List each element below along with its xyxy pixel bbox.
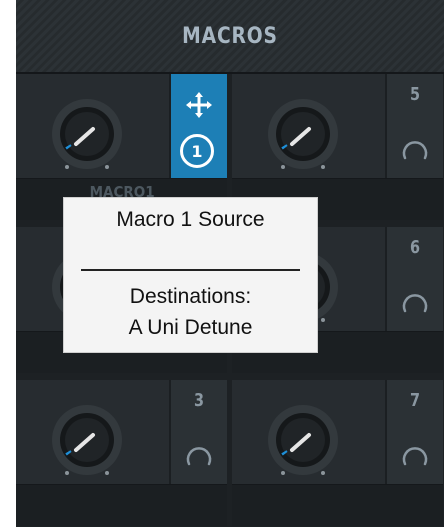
macro-number-6: 6 xyxy=(409,237,421,258)
macro-3-source-panel[interactable]: 3 xyxy=(169,380,227,484)
macro-number-7: 7 xyxy=(409,390,421,411)
macro-name-field-7[interactable] xyxy=(232,484,443,526)
macro-name-field-3[interactable] xyxy=(16,484,227,526)
macro-knob-7[interactable] xyxy=(265,402,341,478)
macro-number-5: 5 xyxy=(409,84,421,105)
macro-slot-3-area: 3 xyxy=(16,380,227,484)
tooltip-title: Macro 1 Source xyxy=(116,208,265,231)
macro-slot-5-area: 5 xyxy=(232,74,443,178)
macro-slot-7-area: 7 xyxy=(232,380,443,484)
modulation-arc-icon[interactable] xyxy=(400,132,430,162)
move-arrows-icon[interactable] xyxy=(184,90,214,120)
macro-source-tooltip: Macro 1 Source Destinations: A Uni Detun… xyxy=(63,197,318,353)
macro-slot-3: 3 xyxy=(16,380,227,526)
modulation-arc-icon[interactable] xyxy=(184,438,214,468)
macro-slot-7: 7 xyxy=(232,380,443,526)
tooltip-destinations-label: Destinations: xyxy=(129,285,252,308)
modulation-arc-icon[interactable] xyxy=(400,285,430,315)
tooltip-destination: A Uni Detune xyxy=(128,316,253,339)
macro-7-source-panel[interactable]: 7 xyxy=(385,380,443,484)
macro-1-source-panel[interactable]: 1 xyxy=(169,74,227,178)
macro-6-source-panel[interactable]: 6 xyxy=(385,227,443,331)
macro-slot-1-area: 1 xyxy=(16,74,227,178)
macro-source-badge[interactable]: 1 xyxy=(180,134,214,168)
macros-header: MACROS xyxy=(16,0,444,74)
modulation-arc-icon[interactable] xyxy=(400,438,430,468)
macro-5-source-panel[interactable]: 5 xyxy=(385,74,443,178)
macros-title: MACROS xyxy=(182,23,278,49)
tooltip-divider xyxy=(81,269,300,271)
macro-number-3: 3 xyxy=(193,390,205,411)
macro-knob-1[interactable] xyxy=(49,96,125,172)
macro-knob-3[interactable] xyxy=(49,402,125,478)
macro-knob-5[interactable] xyxy=(265,96,341,172)
